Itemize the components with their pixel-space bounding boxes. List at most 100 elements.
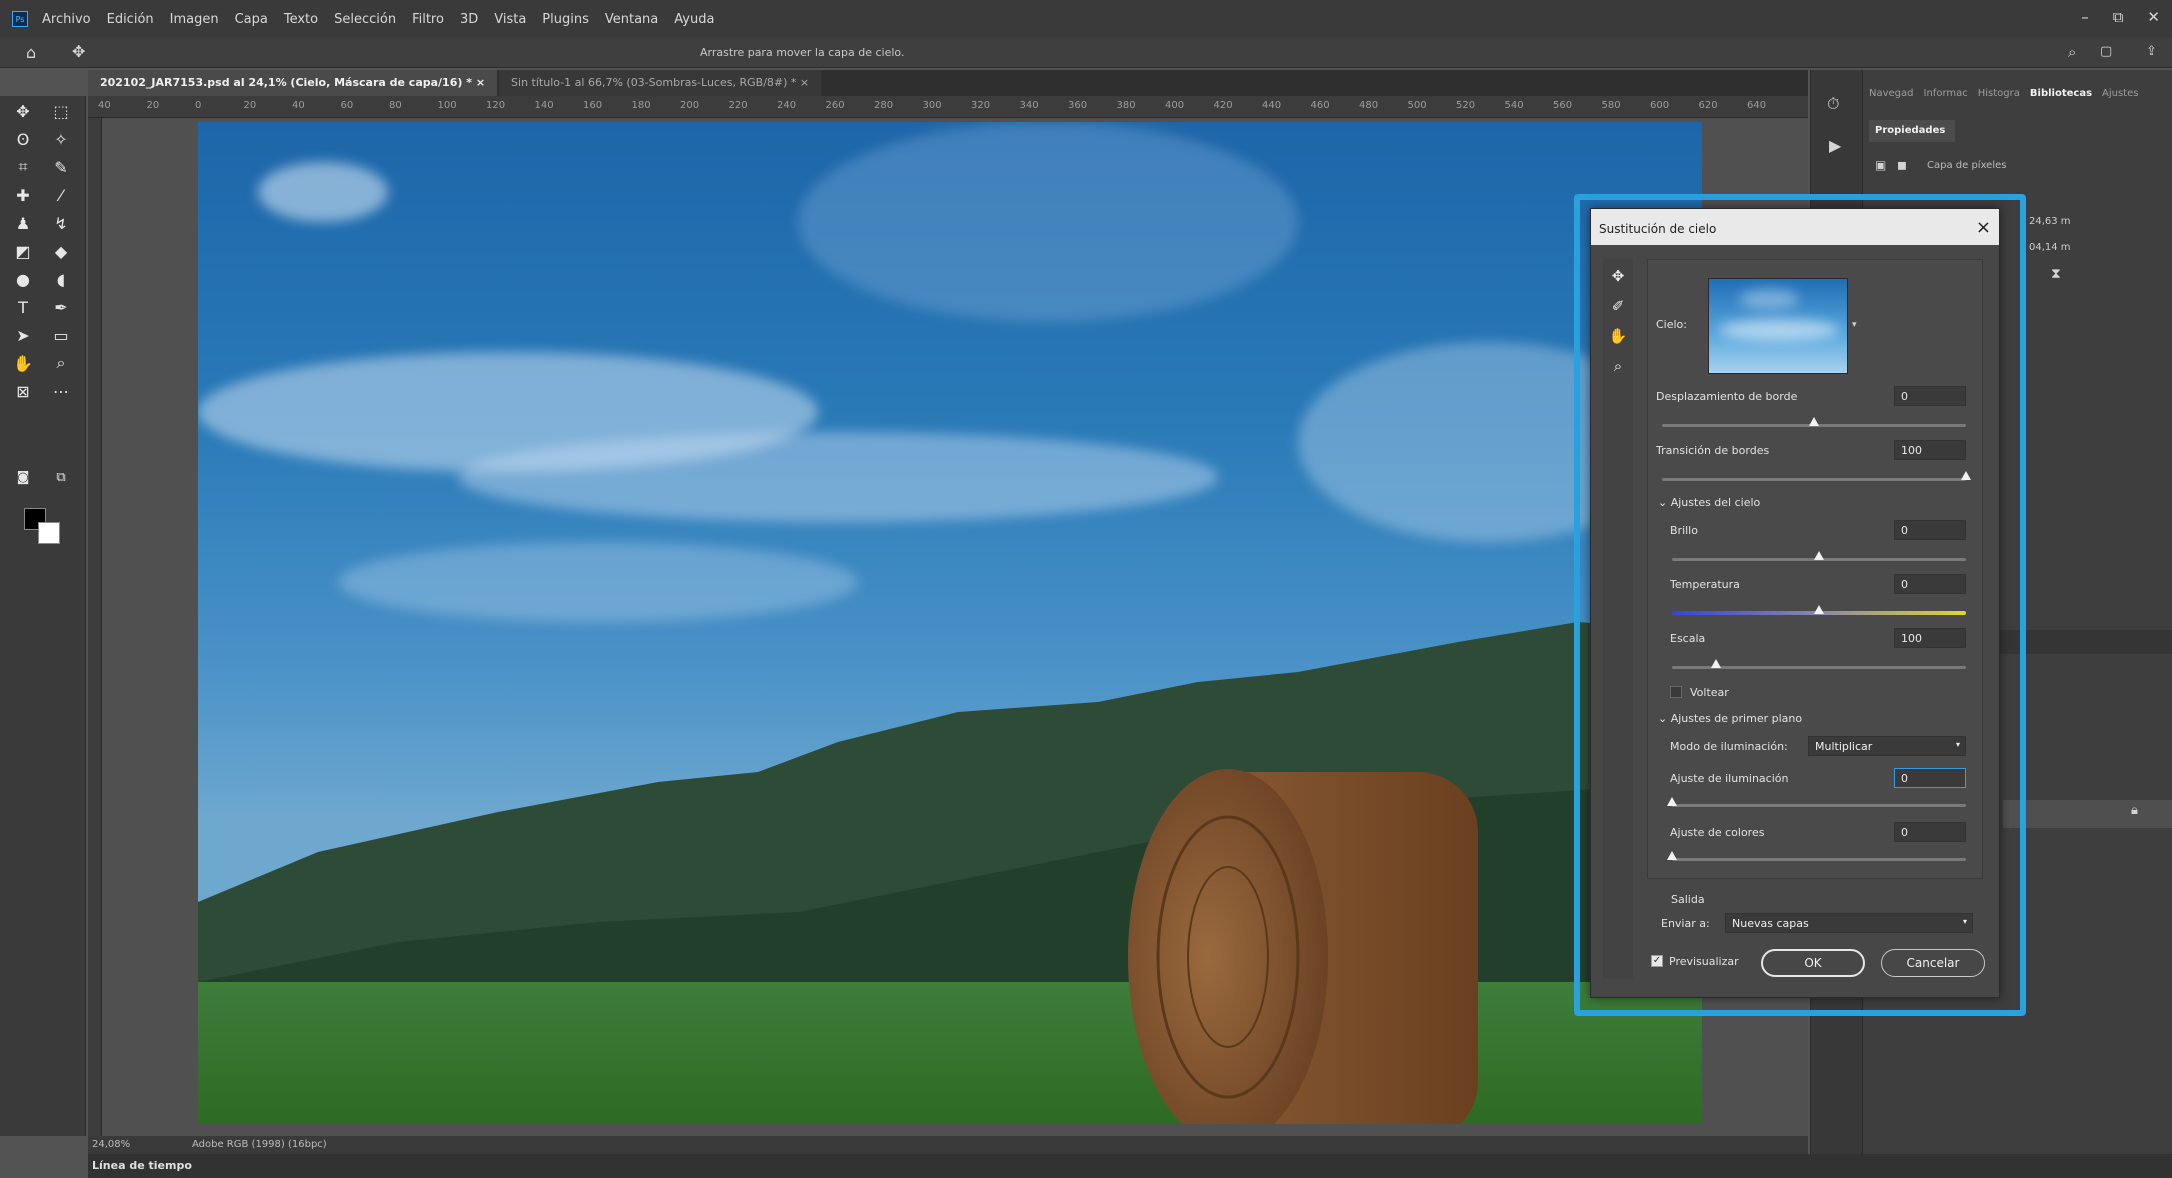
flip-checkbox[interactable]	[1670, 686, 1682, 698]
marquee-tool-icon[interactable]: ⬚	[48, 100, 74, 122]
restore-button[interactable]: ⧉	[2113, 8, 2124, 26]
blur-tool-icon[interactable]: ●	[10, 268, 36, 290]
rectangle-tool-icon[interactable]: ▭	[48, 324, 74, 346]
tab-histograma[interactable]: Histogra	[1978, 88, 2020, 102]
document-image[interactable]	[198, 122, 1702, 1124]
layer-row[interactable]	[2003, 800, 2172, 828]
history-panel-icon[interactable]: ⏱	[1827, 94, 1839, 114]
timeline-label[interactable]: Línea de tiempo	[92, 1159, 192, 1172]
tab-bibliotecas[interactable]: Bibliotecas	[2030, 88, 2092, 102]
menu-item-ayuda[interactable]: Ayuda	[674, 12, 714, 27]
search-icon[interactable]: ⌕	[2068, 43, 2076, 61]
brightness-value[interactable]: 0	[1894, 520, 1966, 540]
brush-tool-icon[interactable]: ⁄	[48, 184, 74, 206]
menu-item-3d[interactable]: 3D	[460, 12, 478, 27]
menu-item-plugins[interactable]: Plugins	[542, 12, 589, 27]
more-tools-icon[interactable]: ⋯	[48, 380, 74, 402]
frame-tool-icon[interactable]: ⊠	[10, 380, 36, 402]
scale-value[interactable]: 100	[1894, 628, 1966, 648]
sky-dropdown-chevron-icon[interactable]: ▾	[1852, 320, 1857, 330]
foreground-adjustments-section[interactable]: ⌄ Ajustes de primer plano	[1658, 712, 1802, 725]
link-icon[interactable]: ⧗	[2051, 266, 2061, 282]
close-window-button[interactable]: ✕	[2147, 8, 2160, 26]
ok-button[interactable]: OK	[1761, 949, 1865, 977]
menu-item-imagen[interactable]: Imagen	[170, 12, 219, 27]
zoom-level[interactable]: 24,08%	[92, 1139, 130, 1150]
dodge-tool-icon[interactable]: ◖	[48, 268, 74, 290]
tab-navegador[interactable]: Navegad	[1869, 88, 1914, 102]
temperature-value[interactable]: 0	[1894, 574, 1966, 594]
temperature-thumb[interactable]	[1814, 605, 1824, 614]
share-icon[interactable]: ⇪	[2146, 44, 2157, 59]
dialog-title-bar[interactable]: Sustitución de cielo	[1591, 209, 1999, 245]
lasso-tool-icon[interactable]: ʘ	[10, 128, 36, 150]
move-tool-icon[interactable]: ✥	[72, 42, 85, 61]
lighting-mode-select[interactable]: Multiplicar ▾	[1808, 736, 1966, 756]
history-brush-icon[interactable]: ↯	[48, 212, 74, 234]
tab-informacion[interactable]: Informac	[1924, 88, 1968, 102]
eyedropper-tool-icon[interactable]: ✎	[48, 156, 74, 178]
sky-preset-thumbnail[interactable]	[1708, 278, 1848, 374]
paint-bucket-icon[interactable]: ◆	[48, 240, 74, 262]
lighting-adjust-thumb[interactable]	[1667, 797, 1677, 806]
fade-edge-value[interactable]: 100	[1894, 440, 1966, 460]
zoom-tool-icon[interactable]: ⌕	[1607, 355, 1629, 377]
edge-shift-value[interactable]: 0	[1894, 386, 1966, 406]
menu-item-vista[interactable]: Vista	[494, 12, 526, 27]
fade-edge-slider[interactable]	[1662, 478, 1966, 481]
move-tool-icon[interactable]: ✥	[10, 100, 36, 122]
minimize-button[interactable]: –	[2081, 8, 2089, 26]
screen-mode-icon[interactable]: ⧉	[48, 466, 74, 488]
type-tool-icon[interactable]: T	[10, 296, 36, 318]
cancel-button[interactable]: Cancelar	[1881, 949, 1985, 977]
properties-tab[interactable]: Propiedades	[1869, 120, 1955, 142]
chevron-down-icon: ▾	[1962, 917, 1967, 926]
quick-mask-icon[interactable]: ◙	[10, 466, 36, 488]
tab-ajustes[interactable]: Ajustes	[2102, 88, 2138, 102]
menu-item-seleccion[interactable]: Selección	[334, 12, 396, 27]
lighting-adjust-slider[interactable]	[1672, 804, 1966, 807]
tab-document-1[interactable]: 202102_JAR7153.psd al 24,1% (Cielo, Másc…	[88, 70, 498, 96]
home-icon[interactable]: ⌂	[26, 43, 36, 62]
close-tab-icon[interactable]: ×	[800, 76, 809, 89]
close-tab-icon[interactable]: ×	[476, 76, 485, 89]
lighting-adjust-value[interactable]: 0	[1894, 768, 1966, 788]
lock-icon[interactable]: 🔒︎	[2131, 803, 2138, 818]
crop-tool-icon[interactable]: ⌗	[10, 156, 36, 178]
zoom-tool-icon[interactable]: ⌕	[48, 352, 74, 374]
workspace-icon[interactable]: ▢	[2100, 44, 2112, 59]
color-adjust-slider[interactable]	[1672, 858, 1966, 861]
tab-document-2[interactable]: Sin título-1 al 66,7% (03-Sombras-Luces,…	[499, 70, 822, 96]
path-selection-icon[interactable]: ➤	[10, 324, 36, 346]
menu-item-filtro[interactable]: Filtro	[412, 12, 444, 27]
menu-item-ventana[interactable]: Ventana	[605, 12, 658, 27]
actions-play-icon[interactable]: ▶	[1829, 136, 1841, 155]
healing-brush-icon[interactable]: ✚	[10, 184, 36, 206]
color-adjust-value[interactable]: 0	[1894, 822, 1966, 842]
dialog-close-icon[interactable]: ×	[1976, 217, 1991, 238]
height-value[interactable]: 04,14 m	[2029, 242, 2071, 253]
edge-shift-thumb[interactable]	[1809, 417, 1819, 426]
menu-item-capa[interactable]: Capa	[235, 12, 268, 27]
width-value[interactable]: 24,63 m	[2029, 216, 2071, 227]
stamp-tool-icon[interactable]: ♟	[10, 212, 36, 234]
eraser-tool-icon[interactable]: ◩	[10, 240, 36, 262]
fade-edge-thumb[interactable]	[1961, 471, 1971, 480]
mask-icon[interactable]: ◼	[1897, 158, 1907, 172]
color-adjust-thumb[interactable]	[1667, 851, 1677, 860]
output-to-select[interactable]: Nuevas capas ▾	[1725, 913, 1973, 933]
sky-brush-tool-icon[interactable]: ✐	[1607, 295, 1629, 317]
pen-tool-icon[interactable]: ✒	[48, 296, 74, 318]
menu-item-archivo[interactable]: Archivo	[42, 12, 91, 27]
background-color-swatch[interactable]	[38, 522, 60, 544]
menu-item-texto[interactable]: Texto	[284, 12, 318, 27]
brightness-thumb[interactable]	[1814, 551, 1824, 560]
preview-checkbox[interactable]: ✓	[1651, 955, 1663, 967]
hand-tool-icon[interactable]: ✋	[10, 352, 36, 374]
menu-item-edicion[interactable]: Edición	[107, 12, 154, 27]
sky-move-tool-icon[interactable]: ✥	[1607, 265, 1629, 287]
hand-tool-icon[interactable]: ✋	[1607, 325, 1629, 347]
scale-thumb[interactable]	[1711, 659, 1722, 668]
magic-wand-tool-icon[interactable]: ✧	[48, 128, 74, 150]
sky-adjustments-section[interactable]: ⌄ Ajustes del cielo	[1658, 496, 1760, 509]
